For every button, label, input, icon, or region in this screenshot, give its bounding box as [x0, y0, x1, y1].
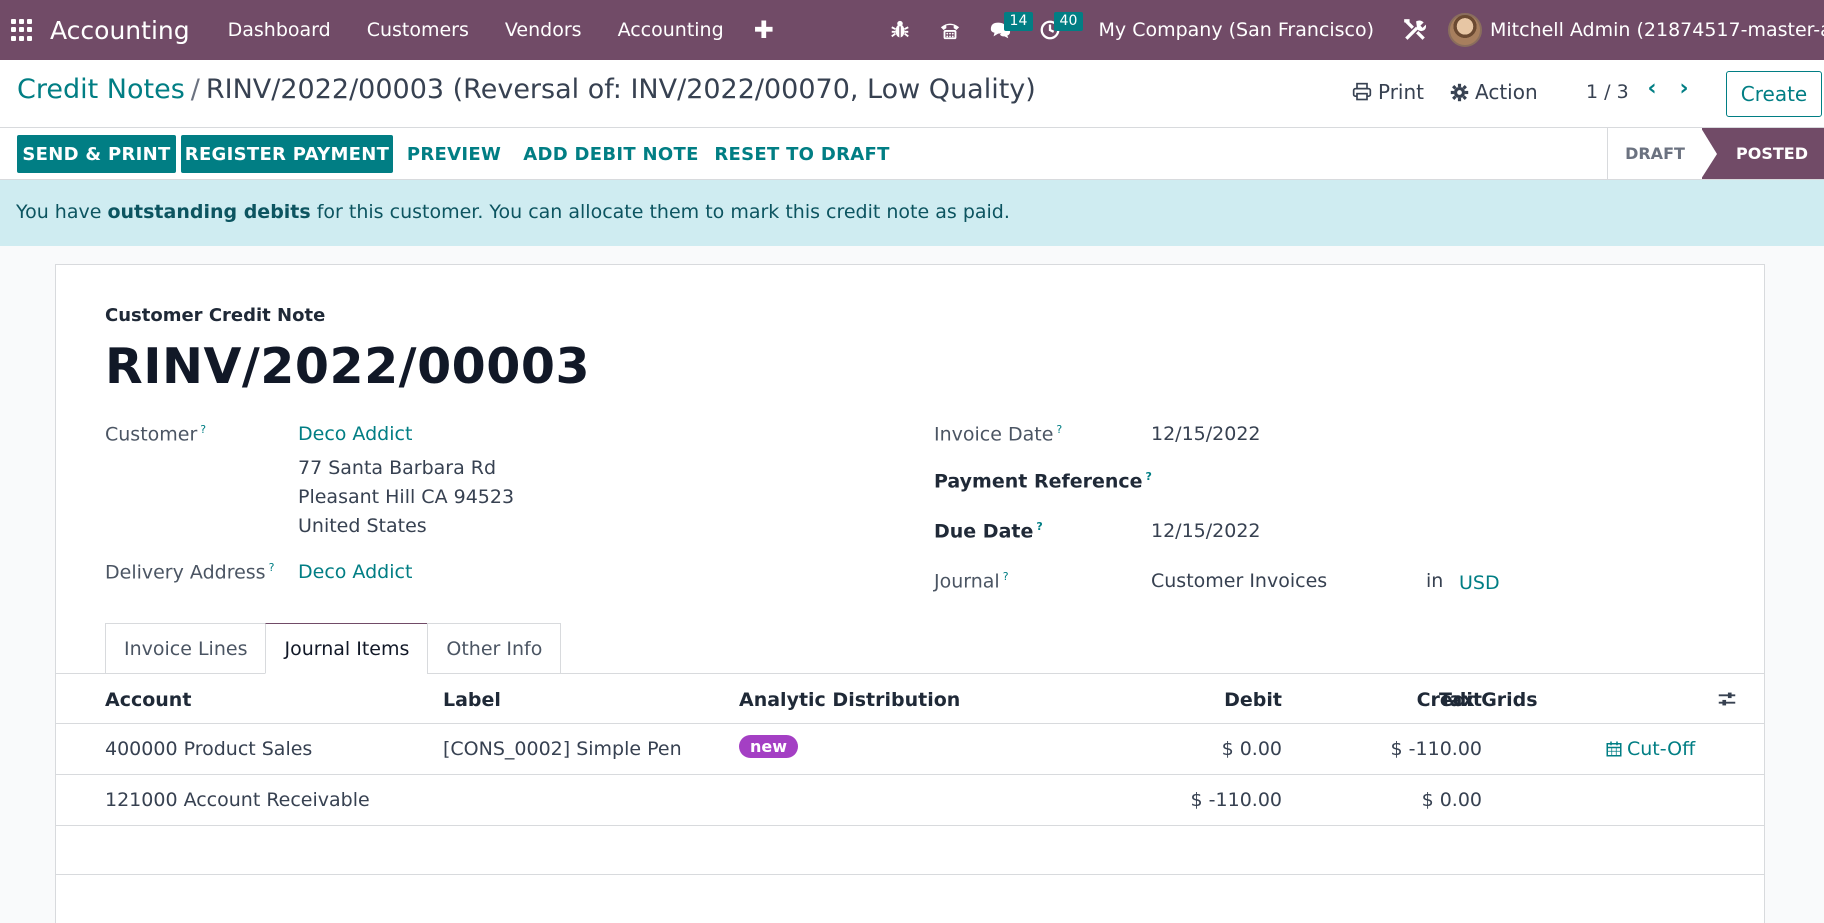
cut-off-label: Cut-Off: [1627, 738, 1696, 760]
document-number: RINV/2022/00003: [105, 338, 591, 395]
send-print-button[interactable]: SEND & PRINT: [17, 135, 176, 173]
due-date-label: Due Date?: [934, 520, 1043, 543]
messages-icon[interactable]: 14: [975, 0, 1034, 60]
outstanding-debits-link[interactable]: outstanding debits: [107, 201, 310, 223]
empty-table-row[interactable]: [56, 826, 1764, 875]
menu-dashboard[interactable]: Dashboard: [210, 19, 349, 41]
stage-draft[interactable]: DRAFT: [1607, 128, 1702, 179]
help-icon[interactable]: ?: [1146, 470, 1152, 483]
invoice-date-field[interactable]: 12/15/2022: [1151, 423, 1261, 445]
outstanding-debits-alert: You have outstanding debits for this cus…: [0, 180, 1824, 246]
calendar-icon: [1606, 741, 1622, 757]
cut-off-button[interactable]: Cut-Off: [1605, 738, 1695, 760]
activities-counter: 40: [1053, 12, 1084, 31]
reset-to-draft-button[interactable]: RESET TO DRAFT: [714, 135, 889, 173]
control-panel: Credit Notes / RINV/2022/00003 (Reversal o…: [0, 60, 1824, 128]
notebook-tabs: Invoice Lines Journal Items Other Info: [105, 623, 562, 674]
table-header: Account Label Analytic Distribution Debi…: [56, 674, 1764, 724]
address-line-2: Pleasant Hill CA 94523: [298, 486, 515, 508]
column-analytic-distribution[interactable]: Analytic Distribution: [739, 689, 960, 711]
address-line-3: United States: [298, 515, 427, 537]
row-credit[interactable]: $ 0.00: [1336, 789, 1482, 811]
row-account[interactable]: 400000 Product Sales: [105, 738, 312, 760]
help-icon[interactable]: ?: [269, 561, 275, 574]
alert-suffix: for this customer. You can allocate them…: [310, 201, 1010, 223]
plus-icon[interactable]: ✚: [742, 16, 786, 44]
row-credit[interactable]: $ -110.00: [1336, 738, 1482, 760]
column-account[interactable]: Account: [105, 689, 191, 711]
breadcrumb-credit-notes[interactable]: Credit Notes: [17, 74, 185, 105]
print-icon: [1352, 82, 1372, 101]
menu-vendors[interactable]: Vendors: [487, 19, 600, 41]
table-row[interactable]: 400000 Product Sales [CONS_0002] Simple …: [56, 724, 1764, 775]
alert-prefix: You have: [16, 201, 108, 223]
row-label[interactable]: [CONS_0002] Simple Pen: [443, 738, 682, 760]
row-account[interactable]: 121000 Account Receivable: [105, 789, 370, 811]
tab-other-info[interactable]: Other Info: [427, 623, 562, 674]
analytic-badge[interactable]: new: [739, 735, 799, 758]
status-bar: SEND & PRINT REGISTER PAYMENT PREVIEW AD…: [0, 128, 1824, 180]
user-menu[interactable]: Mitchell Admin (21874517-master-all): [1490, 19, 1824, 41]
action-label: Action: [1475, 80, 1538, 104]
status-stages: DRAFT POSTED: [1607, 128, 1824, 179]
pager-previous-icon[interactable]: ‹: [1640, 76, 1664, 101]
column-debit[interactable]: Debit: [1136, 689, 1282, 711]
delivery-address-field[interactable]: Deco Addict: [298, 561, 412, 583]
journal-in-label: in: [1426, 570, 1444, 592]
create-button[interactable]: Create: [1726, 71, 1822, 117]
delivery-address-label: Delivery Address?: [105, 561, 275, 584]
breadcrumb-separator: /: [190, 74, 200, 105]
activities-clock-icon[interactable]: 40: [1025, 0, 1084, 60]
tab-journal-items[interactable]: Journal Items: [265, 623, 428, 674]
help-icon[interactable]: ?: [1036, 520, 1042, 533]
navbar-systray: 14 40 My Company (San Francisco) Mitchel…: [875, 0, 1824, 60]
journal-label: Journal?: [934, 570, 1009, 593]
top-navbar: Accounting Dashboard Customers Vendors A…: [0, 0, 1824, 60]
column-tax-grids[interactable]: Tax Grids: [1439, 689, 1538, 711]
pager-value[interactable]: 1 / 3: [1586, 81, 1629, 103]
print-label: Print: [1378, 80, 1425, 104]
row-debit[interactable]: $ 0.00: [1136, 738, 1282, 760]
due-date-field[interactable]: 12/15/2022: [1151, 520, 1261, 542]
bug-icon[interactable]: [875, 0, 925, 60]
menu-accounting[interactable]: Accounting: [600, 19, 742, 41]
optional-columns-icon[interactable]: [1716, 688, 1738, 710]
customer-field[interactable]: Deco Addict: [298, 423, 412, 445]
address-line-1: 77 Santa Barbara Rd: [298, 457, 497, 479]
breadcrumb-current-record: RINV/2022/00003 (Reversal of: INV/2022/0…: [205, 74, 1036, 105]
app-menu-icon[interactable]: [11, 19, 33, 41]
form-sheet: Customer Credit Note RINV/2022/00003 Cus…: [55, 264, 1765, 923]
breadcrumb: Credit Notes / RINV/2022/00003 (Reversal o…: [17, 74, 1036, 105]
currency-field[interactable]: USD: [1459, 572, 1500, 594]
pager-next-icon[interactable]: ›: [1672, 76, 1696, 101]
help-icon[interactable]: ?: [200, 423, 206, 436]
column-label[interactable]: Label: [443, 689, 501, 711]
add-debit-note-button[interactable]: ADD DEBIT NOTE: [523, 135, 699, 173]
user-avatar[interactable]: [1448, 13, 1482, 47]
register-payment-button[interactable]: REGISTER PAYMENT: [181, 135, 393, 173]
help-icon[interactable]: ?: [1056, 423, 1062, 436]
app-brand[interactable]: Accounting: [50, 16, 190, 45]
action-button[interactable]: Action: [1450, 80, 1538, 104]
tab-invoice-lines[interactable]: Invoice Lines: [105, 623, 266, 674]
help-icon[interactable]: ?: [1003, 570, 1009, 583]
row-debit[interactable]: $ -110.00: [1136, 789, 1282, 811]
company-switcher[interactable]: My Company (San Francisco): [1075, 19, 1390, 41]
gear-icon: [1450, 83, 1469, 101]
menu-customers[interactable]: Customers: [349, 19, 487, 41]
document-type: Customer Credit Note: [105, 305, 326, 326]
invoice-date-label: Invoice Date?: [934, 423, 1063, 446]
phone-icon[interactable]: [925, 0, 975, 60]
customer-label: Customer?: [105, 423, 207, 446]
payment-reference-label: Payment Reference?: [934, 470, 1152, 493]
debug-tools-icon[interactable]: [1390, 0, 1440, 60]
preview-button[interactable]: PREVIEW: [404, 135, 504, 173]
journal-field[interactable]: Customer Invoices: [1151, 570, 1327, 592]
print-button[interactable]: Print: [1352, 80, 1424, 104]
table-row[interactable]: 121000 Account Receivable $ -110.00 $ 0.…: [56, 775, 1764, 826]
stage-posted[interactable]: POSTED: [1701, 128, 1824, 179]
